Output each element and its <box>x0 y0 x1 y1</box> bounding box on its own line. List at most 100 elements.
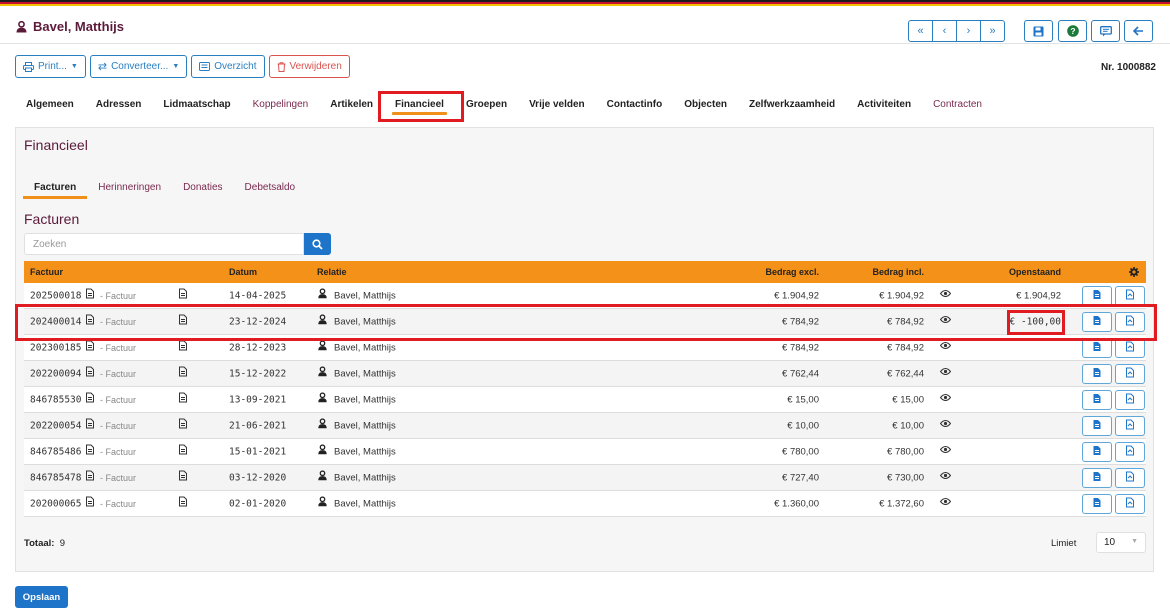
relation-name[interactable]: Bavel, Matthijs <box>334 368 396 379</box>
relation-name[interactable]: Bavel, Matthijs <box>334 446 396 457</box>
tab-adressen[interactable]: Adressen <box>85 92 153 118</box>
document-icon[interactable] <box>179 288 187 302</box>
col-bedrag-incl[interactable]: Bedrag incl. <box>872 267 924 277</box>
comment-button[interactable] <box>1091 20 1120 42</box>
invoice-number[interactable]: 202200054 <box>30 420 81 431</box>
subtab-herinneringen[interactable]: Herinneringen <box>87 179 172 199</box>
tab-objecten[interactable]: Objecten <box>673 92 738 118</box>
relation-name[interactable]: Bavel, Matthijs <box>334 420 396 431</box>
invoice-download-button[interactable] <box>1115 364 1145 384</box>
invoice-pdf-button[interactable] <box>1082 416 1112 436</box>
convert-button[interactable]: ⇄ Converteer... ▼ <box>89 55 188 78</box>
search-input[interactable]: Zoeken <box>24 233 304 255</box>
table-row[interactable]: 202000065 - Factuur 02-01-2020 Bavel, Matth… <box>24 491 1146 517</box>
save-button[interactable]: Opslaan <box>15 586 68 608</box>
next-record-button[interactable]: › <box>956 20 981 42</box>
subtab-facturen[interactable]: Facturen <box>23 179 88 199</box>
invoice-number[interactable]: 202500018 <box>30 290 81 301</box>
gear-icon[interactable] <box>1129 267 1139 277</box>
col-bedrag-excl[interactable]: Bedrag excl. <box>765 267 819 277</box>
relation-name[interactable]: Bavel, Matthijs <box>334 394 396 405</box>
invoice-number[interactable]: 846785478 <box>30 472 81 483</box>
document-icon[interactable] <box>179 366 187 380</box>
tab-artikelen[interactable]: Artikelen <box>319 92 384 118</box>
eye-icon[interactable] <box>939 446 952 457</box>
invoice-download-button[interactable] <box>1115 286 1145 306</box>
save-icon-button[interactable] <box>1024 20 1053 42</box>
overview-button[interactable]: Overzicht <box>191 55 265 78</box>
invoice-number[interactable]: 846785486 <box>30 446 81 457</box>
document-icon[interactable] <box>179 496 187 510</box>
search-button[interactable] <box>304 233 331 255</box>
col-openstaand[interactable]: Openstaand <box>1009 267 1061 277</box>
invoice-number[interactable]: 202200094 <box>30 368 81 379</box>
last-record-button[interactable]: » <box>980 20 1005 42</box>
delete-button[interactable]: Verwijderen <box>268 55 350 78</box>
invoice-pdf-button[interactable] <box>1082 338 1112 358</box>
eye-icon[interactable] <box>939 498 952 509</box>
invoice-download-button[interactable] <box>1115 416 1145 436</box>
invoice-pdf-button[interactable] <box>1082 390 1112 410</box>
eye-icon[interactable] <box>939 420 952 431</box>
back-button[interactable] <box>1124 20 1153 42</box>
relation-name[interactable]: Bavel, Matthijs <box>334 290 396 301</box>
table-row[interactable]: 846785478 - Factuur 03-12-2020 Bavel, Matth… <box>24 465 1146 491</box>
col-relatie[interactable]: Relatie <box>317 267 347 277</box>
col-factuur[interactable]: Factuur <box>30 267 63 277</box>
eye-icon[interactable] <box>939 342 952 353</box>
invoice-doc-icon[interactable] <box>86 340 94 354</box>
relation-name[interactable]: Bavel, Matthijs <box>334 472 396 483</box>
table-row[interactable]: 202200094 - Factuur 15-12-2022 Bavel, Matth… <box>24 361 1146 387</box>
invoice-doc-icon[interactable] <box>86 470 94 484</box>
invoice-download-button[interactable] <box>1115 390 1145 410</box>
subtab-donaties[interactable]: Donaties <box>172 179 233 199</box>
relation-name[interactable]: Bavel, Matthijs <box>334 498 396 509</box>
invoice-doc-icon[interactable] <box>86 288 94 302</box>
invoice-pdf-button[interactable] <box>1082 468 1112 488</box>
tab-vrije-velden[interactable]: Vrije velden <box>518 92 596 118</box>
invoice-pdf-button[interactable] <box>1082 494 1112 514</box>
invoice-download-button[interactable] <box>1115 468 1145 488</box>
eye-icon[interactable] <box>939 290 952 301</box>
tab-contracten[interactable]: Contracten <box>922 92 993 118</box>
table-row[interactable]: 202200054 - Factuur 21-06-2021 Bavel, Matth… <box>24 413 1146 439</box>
eye-icon[interactable] <box>939 394 952 405</box>
eye-icon[interactable] <box>939 368 952 379</box>
document-icon[interactable] <box>179 444 187 458</box>
document-icon[interactable] <box>179 418 187 432</box>
invoice-pdf-button[interactable] <box>1082 286 1112 306</box>
document-icon[interactable] <box>179 340 187 354</box>
tab-activiteiten[interactable]: Activiteiten <box>846 92 922 118</box>
invoice-pdf-button[interactable] <box>1082 442 1112 462</box>
tab-contactinfo[interactable]: Contactinfo <box>596 92 674 118</box>
tab-algemeen[interactable]: Algemeen <box>15 92 85 118</box>
first-record-button[interactable]: « <box>908 20 933 42</box>
document-icon[interactable] <box>179 392 187 406</box>
invoice-doc-icon[interactable] <box>86 418 94 432</box>
table-row[interactable]: 846785486 - Factuur 15-01-2021 Bavel, Matth… <box>24 439 1146 465</box>
invoice-doc-icon[interactable] <box>86 392 94 406</box>
eye-icon[interactable] <box>939 472 952 483</box>
limit-select[interactable]: 10 ▼ <box>1096 532 1146 553</box>
tab-lidmaatschap[interactable]: Lidmaatschap <box>152 92 241 118</box>
relation-name[interactable]: Bavel, Matthijs <box>334 342 396 353</box>
col-datum[interactable]: Datum <box>229 267 257 277</box>
invoice-number[interactable]: 202000065 <box>30 498 81 509</box>
invoice-doc-icon[interactable] <box>86 366 94 380</box>
help-button[interactable]: ? <box>1058 20 1087 42</box>
tab-groepen[interactable]: Groepen <box>455 92 518 118</box>
invoice-download-button[interactable] <box>1115 442 1145 462</box>
invoice-doc-icon[interactable] <box>86 444 94 458</box>
invoice-number[interactable]: 846785530 <box>30 394 81 405</box>
document-icon[interactable] <box>179 470 187 484</box>
table-row[interactable]: 846785530 - Factuur 13-09-2021 Bavel, Matth… <box>24 387 1146 413</box>
previous-record-button[interactable]: ‹ <box>932 20 957 42</box>
invoice-number[interactable]: 202300185 <box>30 342 81 353</box>
invoice-doc-icon[interactable] <box>86 496 94 510</box>
invoice-pdf-button[interactable] <box>1082 364 1112 384</box>
invoice-download-button[interactable] <box>1115 494 1145 514</box>
subtab-debetsaldo[interactable]: Debetsaldo <box>234 179 307 199</box>
tab-koppelingen[interactable]: Koppelingen <box>242 92 320 118</box>
tab-zelfwerkzaamheid[interactable]: Zelfwerkzaamheid <box>738 92 846 118</box>
invoice-download-button[interactable] <box>1115 338 1145 358</box>
